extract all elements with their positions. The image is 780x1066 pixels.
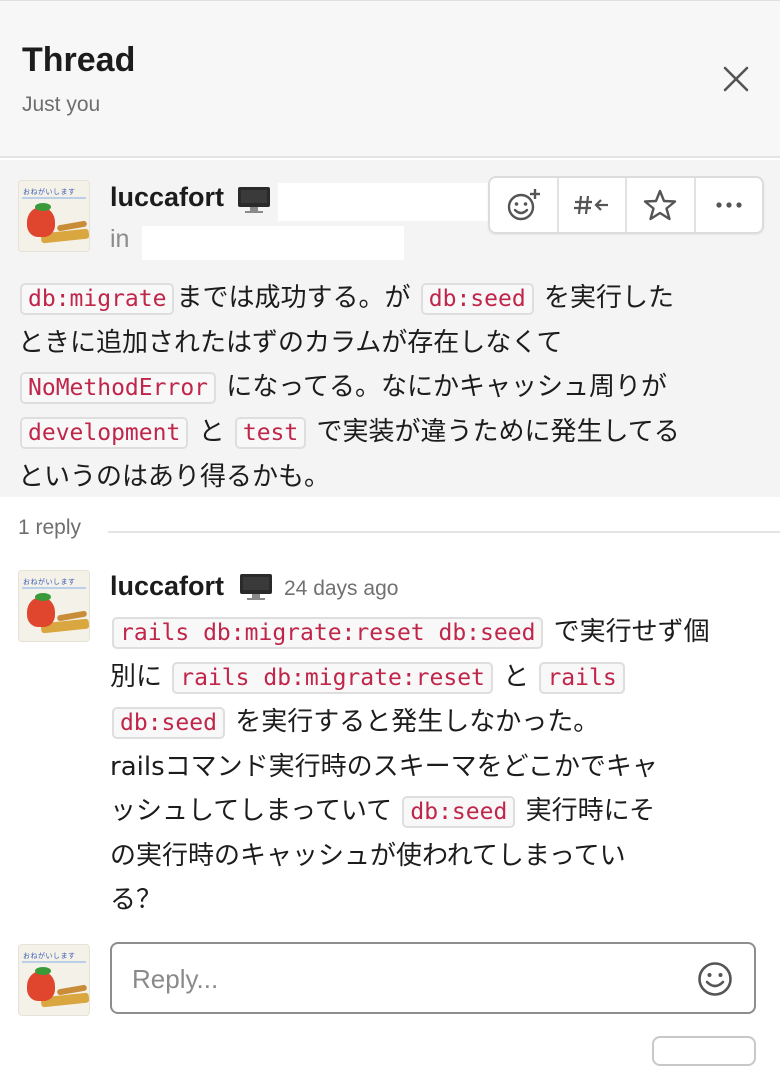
send-button[interactable]	[652, 1036, 756, 1066]
parent-message-text: db:migrate までは成功する。が db:seed を実行したときに追加され…	[18, 276, 768, 499]
message-text: までは成功する。が	[176, 283, 419, 313]
message-text: で実行せず個	[545, 617, 710, 647]
message-line: db:migrate までは成功する。が db:seed を実行した	[18, 276, 768, 321]
more-icon	[716, 202, 742, 208]
hash-arrow-icon	[573, 195, 608, 215]
reply-composer[interactable]	[110, 942, 756, 1014]
thread-header: Thread Just you	[0, 0, 780, 158]
thread-subtitle: Just you	[22, 93, 101, 116]
message-text: ッシュしてしまっていて	[110, 796, 401, 826]
inline-code: NoMethodError	[20, 372, 217, 404]
close-button[interactable]	[714, 57, 758, 101]
message-text: と	[494, 662, 538, 692]
avatar-caption: おねがいします	[23, 188, 76, 196]
message-line: の実行時のキャッシュが使われてしまってい	[110, 834, 770, 878]
message-text: る？	[110, 885, 163, 915]
avatar[interactable]: おねがいします	[18, 180, 90, 252]
redacted-area	[278, 183, 488, 221]
close-icon	[723, 66, 749, 92]
reply-input[interactable]	[130, 956, 694, 1002]
emoji-icon	[698, 962, 732, 996]
message-actions	[488, 176, 764, 234]
desktop-computer-icon	[238, 187, 270, 213]
avatar-caption: おねがいします	[23, 578, 76, 586]
avatar-caption: おねがいします	[23, 952, 76, 960]
message-line: 別に rails db:migrate:reset と rails	[110, 655, 770, 700]
reply-count[interactable]: 1 reply	[18, 516, 81, 540]
inline-code: rails db:migrate:reset	[172, 662, 493, 694]
message-line: railsコマンド実行時のスキーマをどこかでキャ	[110, 745, 770, 789]
inline-code: test	[234, 417, 307, 449]
message-text: を実行すると発生しなかった。	[226, 707, 600, 737]
message-text: になってる。なにかキャッシュ周りが	[218, 372, 667, 402]
more-actions-button[interactable]	[696, 178, 763, 232]
message-line: というのはあり得るかも。	[18, 455, 768, 499]
thread-title: Thread	[22, 41, 136, 79]
share-to-channel-button[interactable]	[559, 178, 627, 232]
message-text: と	[190, 417, 233, 447]
message-text: を実行した	[535, 283, 674, 313]
redacted-channel	[142, 226, 404, 260]
avatar: おねがいします	[18, 944, 90, 1016]
message-line: ッシュしてしまっていて db:seed 実行時にそ	[110, 789, 770, 834]
star-icon	[644, 189, 677, 221]
reply-divider	[108, 531, 780, 533]
inline-code: db:migrate	[20, 283, 175, 315]
message-text: というのはあり得るかも。	[18, 462, 331, 492]
message-line: development と test で実装が違うために発生してる	[18, 410, 768, 455]
star-button[interactable]	[627, 178, 696, 232]
inline-code: db:seed	[112, 707, 225, 739]
message-line: rails db:migrate:reset db:seed で実行せず個	[110, 610, 770, 655]
message-text: で実装が違うために発生してる	[308, 417, 680, 447]
message-text: の実行時のキャッシュが使われてしまってい	[110, 841, 626, 871]
add-reaction-icon	[508, 189, 541, 221]
message-text: ときに追加されたはずのカラムが存在しなくて	[18, 328, 563, 358]
author-name[interactable]: luccafort	[110, 182, 224, 213]
inline-code: db:seed	[402, 796, 516, 828]
add-reaction-button[interactable]	[490, 178, 559, 232]
reply-author-name[interactable]: luccafort	[110, 571, 224, 602]
message-line: db:seed を実行すると発生しなかった。	[110, 700, 770, 745]
message-line: る？	[110, 878, 770, 922]
emoji-button[interactable]	[696, 960, 734, 998]
message-text: railsコマンド実行時のスキーマをどこかでキャ	[110, 752, 658, 782]
message-text: 別に	[110, 662, 171, 692]
avatar[interactable]: おねがいします	[18, 570, 90, 642]
reply-message-text: rails db:migrate:reset db:seed で実行せず個 別に …	[110, 610, 770, 922]
reply-timestamp[interactable]: 24 days ago	[284, 577, 398, 601]
inline-code: development	[20, 417, 189, 449]
desktop-computer-icon	[240, 574, 272, 600]
message-line: NoMethodError になってる。なにかキャッシュ周りが	[18, 365, 768, 410]
message-line: ときに追加されたはずのカラムが存在しなくて	[18, 321, 768, 365]
channel-in-label: in	[110, 225, 130, 253]
message-text: 実行時にそ	[517, 796, 656, 826]
inline-code: db:seed	[420, 283, 534, 315]
inline-code: rails db:migrate:reset db:seed	[112, 617, 544, 649]
inline-code: rails	[539, 662, 625, 694]
